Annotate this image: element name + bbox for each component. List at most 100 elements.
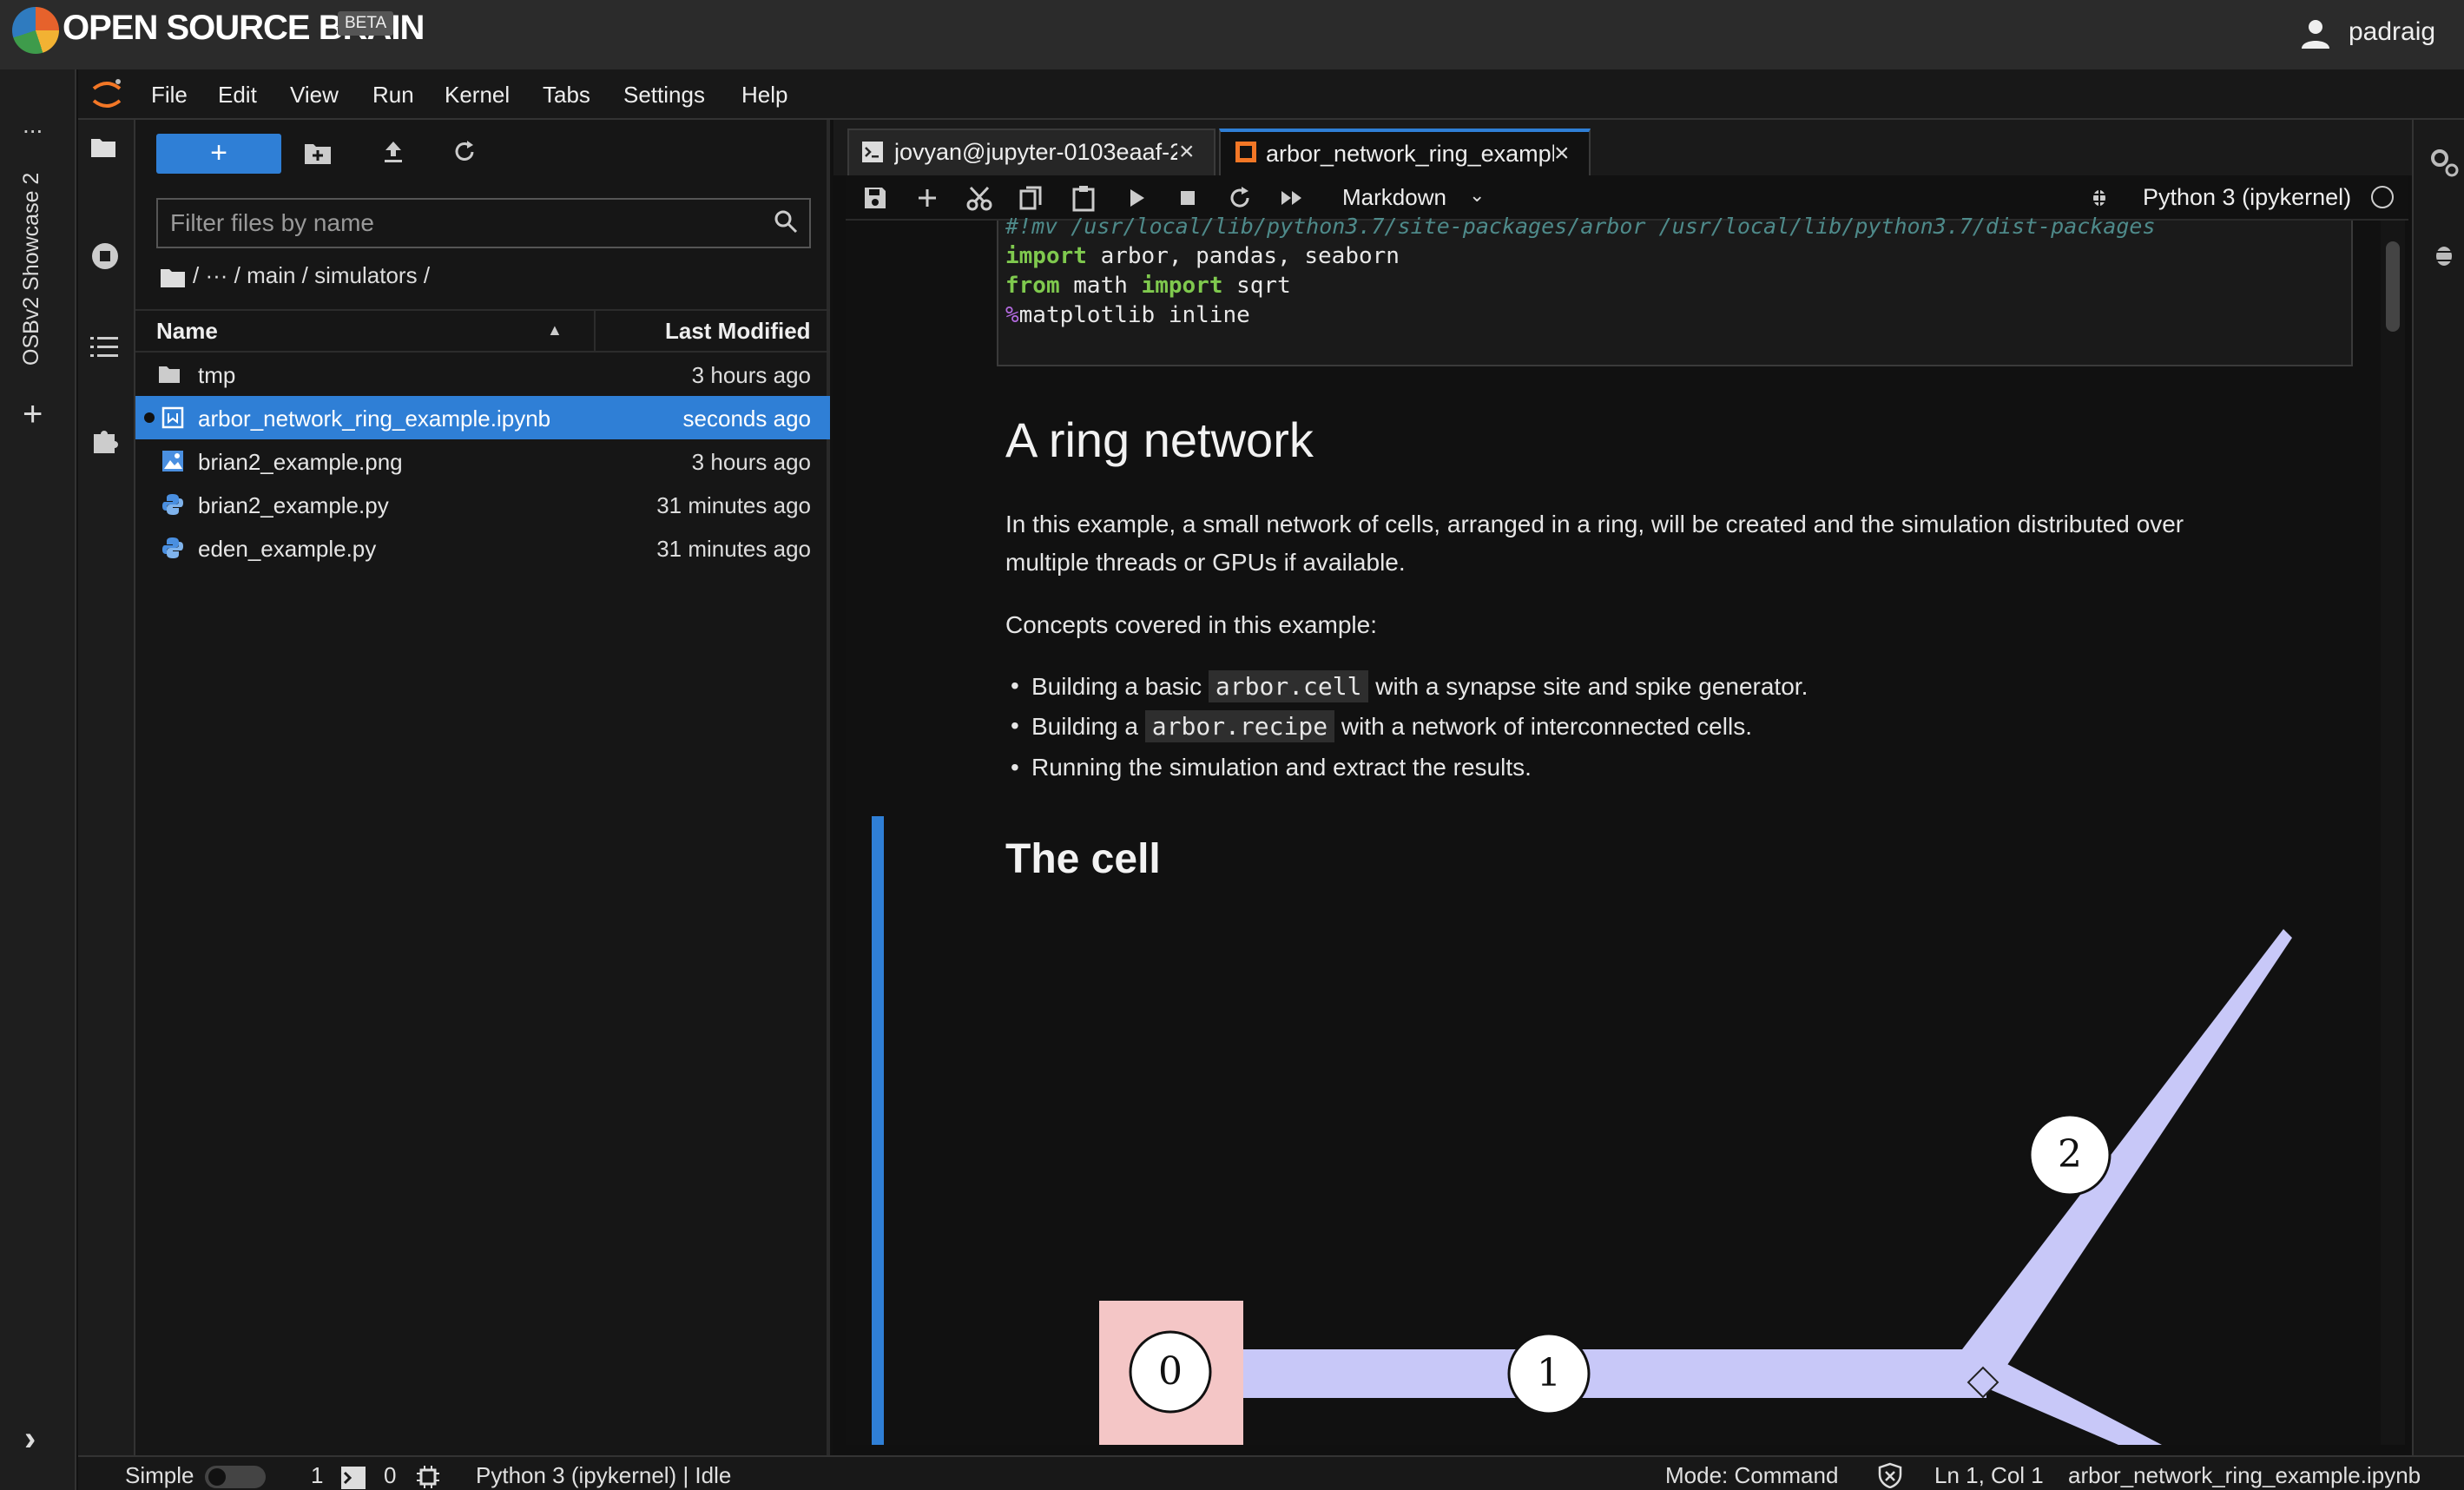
list-item: Building a arbor.recipe with a network o…	[1011, 710, 1752, 742]
debugger-icon[interactable]	[2087, 184, 2112, 208]
label-2: 2	[2058, 1132, 2082, 1177]
list-item: Running the simulation and extract the r…	[1011, 754, 1532, 781]
folder-icon	[159, 366, 180, 383]
markdown-heading: The cell	[1005, 836, 1161, 882]
terminal-icon[interactable]	[340, 1466, 366, 1490]
property-inspector-icon[interactable]	[2428, 146, 2461, 179]
upload-icon[interactable]	[380, 139, 406, 165]
tab-label: jovyan@jupyter-0103eaaf-2	[894, 139, 1177, 165]
file-name: brian2_example.py	[198, 492, 389, 518]
fast-forward-icon[interactable]	[1276, 182, 1308, 214]
notebook-icon	[1235, 142, 1256, 162]
restart-icon[interactable]	[1224, 182, 1255, 214]
file-modified: 3 hours ago	[691, 449, 811, 475]
label-0: 0	[1158, 1349, 1183, 1394]
file-modified: 3 hours ago	[691, 362, 811, 388]
list-item: Building a basic arbor.cell with a synap…	[1011, 670, 1808, 702]
beta-badge: BETA	[338, 11, 394, 36]
cursor-position[interactable]: Ln 1, Col 1	[1934, 1462, 2044, 1489]
python-icon	[162, 494, 183, 515]
insert-cell-icon[interactable]	[912, 182, 943, 214]
filter-input[interactable]	[170, 207, 761, 240]
file-name: brian2_example.png	[198, 449, 403, 475]
menu-help[interactable]: Help	[741, 82, 787, 109]
cell-morphology-diagram: 0 1 2	[1099, 929, 2292, 1445]
kernel-status-text[interactable]: Python 3 (ipykernel) | Idle	[476, 1462, 731, 1489]
menu-view[interactable]: View	[290, 82, 339, 109]
osb-logo-icon[interactable]	[12, 7, 59, 54]
menu-run[interactable]: Run	[372, 82, 414, 109]
file-modified: seconds ago	[682, 405, 811, 432]
dendrite-segment	[1243, 1349, 1986, 1398]
user-name[interactable]: padraig	[2349, 17, 2435, 47]
cell-type-select[interactable]: Markdown	[1342, 184, 1446, 211]
mode-indicator[interactable]: Mode: Command	[1665, 1462, 1838, 1489]
extension-icon[interactable]	[90, 425, 120, 455]
add-icon[interactable]: +	[23, 395, 43, 434]
folder-icon[interactable]	[90, 135, 116, 158]
file-row[interactable]: brian2_example.png 3 hours ago	[135, 439, 830, 483]
file-row[interactable]: brian2_example.py 31 minutes ago	[135, 483, 830, 526]
jupyter-logo-icon	[92, 79, 122, 108]
activity-bar	[78, 120, 135, 1455]
chevron-down-icon[interactable]: ⌄	[1469, 184, 1485, 207]
expand-chevron-icon[interactable]: ›	[24, 1420, 36, 1459]
terminal-count[interactable]: 1	[311, 1462, 323, 1489]
paste-icon[interactable]	[1068, 182, 1099, 214]
security-shield-icon[interactable]	[1877, 1462, 1903, 1488]
paragraph: multiple threads or GPUs if available.	[1005, 549, 1406, 576]
label-1: 1	[1537, 1351, 1561, 1395]
breadcrumb-folder-icon[interactable]	[160, 266, 186, 288]
column-divider[interactable]	[594, 309, 596, 353]
copy-icon[interactable]	[1016, 182, 1047, 214]
simple-mode-label: Simple	[125, 1462, 194, 1488]
menu-file[interactable]: File	[151, 82, 188, 109]
menu-edit[interactable]: Edit	[218, 82, 257, 109]
more-icon[interactable]: ...	[23, 111, 43, 139]
close-icon[interactable]: ×	[1179, 137, 1195, 167]
refresh-icon[interactable]	[451, 139, 478, 165]
tab-terminal[interactable]: jovyan@jupyter-0103eaaf-2 ×	[847, 129, 1216, 175]
column-name[interactable]: Name	[156, 318, 218, 345]
code-line: import arbor, pandas, seaborn	[1005, 243, 1400, 269]
scrollbar-thumb[interactable]	[2386, 241, 2400, 332]
terminal-icon	[862, 142, 883, 162]
kernel-count[interactable]: 0	[384, 1462, 396, 1489]
sort-asc-icon[interactable]: ▲	[547, 321, 563, 340]
menu-settings[interactable]: Settings	[623, 82, 705, 109]
file-row[interactable]: eden_example.py 31 minutes ago	[135, 526, 830, 570]
file-name: eden_example.py	[198, 536, 377, 562]
user-icon[interactable]	[2298, 16, 2333, 50]
cut-icon[interactable]	[964, 182, 995, 214]
file-modified: 31 minutes ago	[656, 492, 811, 518]
new-launcher-button[interactable]: +	[156, 134, 281, 174]
new-folder-icon[interactable]	[304, 141, 332, 165]
toggle-knob[interactable]	[208, 1468, 226, 1486]
breadcrumb[interactable]: / ··· / main / simulators /	[193, 262, 430, 289]
tab-notebook[interactable]: arbor_network_ring_example ×	[1219, 129, 1591, 175]
column-last-modified[interactable]: Last Modified	[665, 318, 811, 345]
search-icon	[774, 210, 798, 234]
dendrite-branch	[1962, 929, 2292, 1381]
toc-icon[interactable]	[90, 335, 118, 359]
close-icon[interactable]: ×	[1554, 139, 1570, 168]
kernel-chip-icon[interactable]	[415, 1464, 441, 1490]
file-name: tmp	[198, 362, 236, 388]
notebook-icon	[161, 406, 184, 429]
running-icon[interactable]	[90, 241, 120, 271]
debugger-panel-icon[interactable]	[2429, 240, 2459, 269]
menu-tabs[interactable]: Tabs	[543, 82, 590, 109]
stop-icon[interactable]	[1172, 182, 1203, 214]
scrollbar[interactable]	[2381, 221, 2405, 1445]
tab-label: arbor_network_ring_example	[1266, 141, 1554, 167]
kernel-name[interactable]: Python 3 (ipykernel)	[2143, 184, 2351, 211]
file-row[interactable]: tmp 3 hours ago	[135, 353, 830, 396]
dendrite-branch	[1980, 1363, 2162, 1445]
current-file-name: arbor_network_ring_example.ipynb	[2068, 1462, 2421, 1488]
menu-kernel[interactable]: Kernel	[445, 82, 510, 109]
workspace-name[interactable]: OSBv2 Showcase 2	[19, 156, 54, 382]
save-icon[interactable]	[860, 182, 891, 214]
file-row-selected[interactable]: arbor_network_ring_example.ipynb seconds…	[135, 396, 830, 439]
run-icon[interactable]	[1120, 182, 1151, 214]
code-line: %matplotlib inline	[1005, 302, 1250, 328]
